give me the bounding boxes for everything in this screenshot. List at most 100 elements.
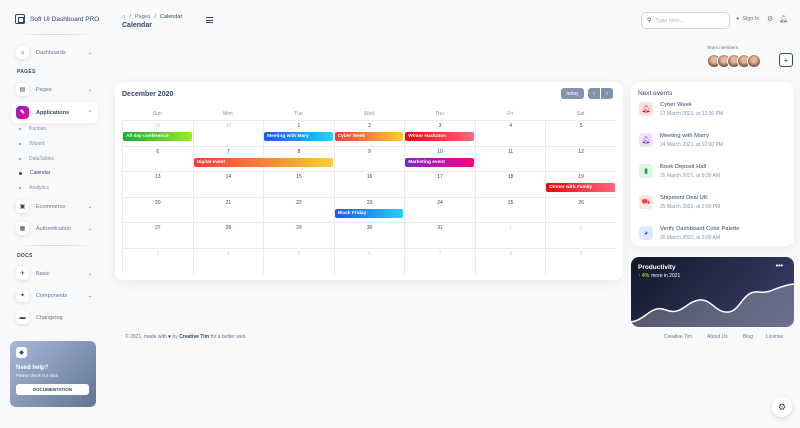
calendar-day-cell[interactable]: 8 xyxy=(474,248,546,274)
prev-month-button[interactable]: ‹ xyxy=(588,88,600,99)
home-icon[interactable]: ⌂ xyxy=(122,14,125,20)
calendar-day-cell[interactable]: 5 xyxy=(545,120,616,146)
calendar-day-cell[interactable]: 1 xyxy=(474,222,546,248)
sidebar-subitem-calendar[interactable]: Calendar xyxy=(19,170,50,176)
calendar-day-cell[interactable]: 28 xyxy=(192,222,264,248)
calendar-event[interactable]: Dinner with Family xyxy=(546,183,615,193)
bell-icon[interactable]: 🔔︎ xyxy=(779,15,788,23)
calendar-day-cell[interactable]: 12 xyxy=(545,145,616,172)
sidebar-item-dashboards[interactable]: ⌂ Dashboards ⌄ xyxy=(12,42,98,63)
calendar-day-cell[interactable]: 20 xyxy=(122,196,193,223)
footer-link-license[interactable]: License xyxy=(766,334,783,340)
calendar-day-cell[interactable]: 4 xyxy=(192,248,264,274)
calendar-day-cell[interactable]: 26 xyxy=(545,196,616,223)
sidebar-item-pages[interactable]: ▤ Pages ⌄ xyxy=(12,79,98,100)
calendar-day-cell[interactable]: 3 xyxy=(122,248,193,274)
calendar-day-cell[interactable]: 22 xyxy=(263,196,334,223)
avatar[interactable] xyxy=(747,54,761,68)
calendar-day-cell[interactable]: 6 xyxy=(333,248,405,274)
sidebar-subitem-datatables[interactable]: DataTables xyxy=(19,156,54,162)
day-number: 4 xyxy=(226,251,230,257)
bullet-icon xyxy=(19,143,21,145)
sidebar-item-label: Applications xyxy=(36,109,70,116)
day-number: 6 xyxy=(156,148,160,155)
calendar-day-cell[interactable]: 24 xyxy=(404,196,475,223)
next-event-item[interactable]: 🔔︎ Cyber Week 27 March 2021, at 12:30 PM xyxy=(639,102,723,117)
subitem-label: DataTables xyxy=(29,156,55,162)
calendar-day-cell[interactable]: 30 xyxy=(333,222,405,248)
calendar-day-cell[interactable]: 9 xyxy=(545,248,616,274)
add-member-button[interactable]: + xyxy=(779,53,793,67)
calendar-event[interactable]: Marketing event xyxy=(405,157,474,167)
calendar-day-cell[interactable]: 2 xyxy=(545,222,616,248)
calendar-day-cell[interactable]: 7 xyxy=(404,248,475,274)
calendar-day-cell[interactable]: 30 xyxy=(192,120,264,146)
sidebar-subitem-wizard[interactable]: Wizard xyxy=(19,141,45,147)
footer-copyright: © 2021, made with ♥ by Creative Tim for … xyxy=(125,334,247,340)
calendar-day-cell[interactable]: 18 xyxy=(474,171,546,197)
calendar-day-cell[interactable]: 5 xyxy=(263,248,334,274)
next-event-date: 25 March 2021, at 9:30 AM xyxy=(660,173,721,179)
calendar-day-cell[interactable]: 4 xyxy=(474,120,546,146)
day-number: 18 xyxy=(507,174,514,181)
footer-link-creative-tim[interactable]: Creative Tim xyxy=(664,334,692,340)
chevron-down-icon: ⌄ xyxy=(87,225,92,232)
sidebar-item-ecommerce[interactable]: ▣ Ecommerce ⌄ xyxy=(12,196,98,217)
menu-toggle-icon[interactable] xyxy=(206,17,213,25)
sidebar-item-components[interactable]: ✦ Components ⌄ xyxy=(12,285,98,306)
more-icon[interactable]: ••• xyxy=(776,263,783,270)
calendar-day-cell[interactable]: 27 xyxy=(122,222,193,248)
calendar-day-cell[interactable]: 6 xyxy=(122,145,193,172)
next-event-item[interactable]: ⛟ Shipment Deal UK 25 March 2021, at 2:00 … xyxy=(639,195,720,210)
next-month-button[interactable]: › xyxy=(601,88,613,99)
weekday-header: Sat xyxy=(576,111,585,117)
footer-author-link[interactable]: Creative Tim xyxy=(179,334,209,340)
next-event-item[interactable]: 🔔︎ Meeting with Marry 24 March 2021, at 10… xyxy=(639,133,723,148)
sidebar-subitem-analytics[interactable]: Analytics xyxy=(19,185,49,191)
calendar-day-cell[interactable]: 13 xyxy=(122,171,193,197)
calendar-event[interactable]: Winter Hackaton xyxy=(405,132,474,141)
basket-icon: ▣ xyxy=(16,200,29,213)
calendar-day-cell[interactable]: 31 xyxy=(404,222,475,248)
footer-suffix: for a better web. xyxy=(210,334,247,340)
breadcrumb-pages[interactable]: Pages xyxy=(135,14,151,20)
calendar-event[interactable]: Meeting with Mary xyxy=(264,132,333,141)
sidebar-item-label: Authentication xyxy=(36,225,71,232)
productivity-subtitle: ↑ 4% more in 2021 xyxy=(638,273,680,279)
spaceship-icon: ✈ xyxy=(16,267,29,280)
calendar-day-cell[interactable]: 21 xyxy=(192,196,264,223)
footer-link-about[interactable]: About Us xyxy=(707,334,728,340)
sidebar-item-changelog[interactable]: ▬ Changelog xyxy=(12,307,98,328)
sidebar-item-basic[interactable]: ✈ Basic ⌄ xyxy=(12,263,98,284)
calendar-event[interactable]: Black Friday xyxy=(334,208,404,218)
next-event-item[interactable]: ◕ Verify Dashboard Color Palette 26 March … xyxy=(639,226,740,241)
search-input[interactable]: ⚲ Type here... xyxy=(641,12,730,29)
calendar-day-cell[interactable]: 15 xyxy=(263,171,334,197)
sidebar-item-authentication[interactable]: ▦ Authentication ⌄ xyxy=(12,218,98,239)
day-number: 4 xyxy=(509,123,513,129)
today-button[interactable]: today xyxy=(561,88,584,99)
divider xyxy=(15,34,95,35)
gear-icon[interactable]: ⚙ xyxy=(767,15,773,23)
documentation-button[interactable]: DOCUMENTATION xyxy=(16,384,89,395)
sidebar-subitem-kanban[interactable]: Kanban xyxy=(19,126,46,132)
calendar-event[interactable]: Cyber Week xyxy=(334,132,404,141)
brand-logo[interactable]: Soft UI Dashboard PRO xyxy=(15,14,99,24)
applications-icon: ✎ xyxy=(16,106,29,119)
next-event-item[interactable]: ▮ Book Deposit Hall 25 March 2021, at 9:30… xyxy=(639,164,720,179)
calendar-day-cell[interactable]: 9 xyxy=(333,145,405,172)
footer-link-blog[interactable]: Blog xyxy=(743,334,753,340)
settings-gear-icon[interactable]: ⚙ xyxy=(772,397,792,417)
signin-link[interactable]: ● Sign In xyxy=(736,16,759,22)
calendar-day-cell[interactable]: 29 xyxy=(263,222,334,248)
section-label-pages: PAGES xyxy=(17,69,36,75)
calendar-day-cell[interactable]: 17 xyxy=(404,171,475,197)
calendar-day-cell[interactable]: 16 xyxy=(333,171,405,197)
calendar-day-cell[interactable]: 14 xyxy=(192,171,264,197)
calendar-event[interactable]: Digital event xyxy=(193,157,333,167)
calendar-day-cell[interactable]: 11 xyxy=(474,145,546,172)
calendar-event[interactable]: All day conference xyxy=(123,132,192,141)
calendar-day-cell[interactable]: 25 xyxy=(474,196,546,223)
breadcrumb-current: Calendar xyxy=(160,14,183,20)
sidebar-item-applications[interactable]: ✎ Applications ⌃ xyxy=(12,102,98,123)
